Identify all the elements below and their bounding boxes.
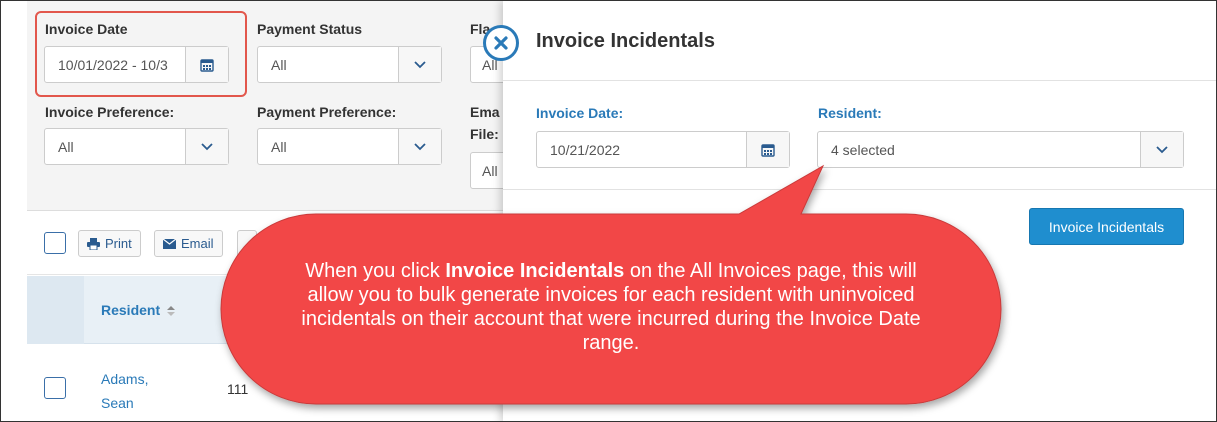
resident-column-header[interactable]: Resident: [101, 302, 176, 318]
resident-last-name: Adams,: [101, 371, 149, 387]
invoice-preference-value: All: [58, 139, 74, 155]
table-row: Adams, Sean 111: [27, 345, 507, 421]
close-icon[interactable]: [483, 25, 519, 61]
email-file-label-line1: Ema: [470, 104, 500, 120]
screenshot-frame: Invoice Date 10/01/2022 - 10/3 Payment S…: [0, 0, 1217, 422]
more-actions-button[interactable]: [237, 230, 257, 257]
envelope-icon: [163, 238, 176, 249]
chevron-down-icon[interactable]: [398, 47, 441, 82]
callout-text: When you click Invoice Incidentals on th…: [291, 259, 931, 355]
printer-icon: [87, 237, 100, 250]
payment-preference-value: All: [271, 139, 287, 155]
email-button-label: Email: [181, 236, 214, 251]
resident-header-label: Resident: [101, 302, 161, 318]
payment-status-label: Payment Status: [257, 21, 363, 37]
print-button-label: Print: [105, 236, 132, 251]
panel-title: Invoice Incidentals: [536, 30, 715, 52]
panel-divider: [503, 189, 1216, 190]
callout-text-before: When you click: [305, 260, 446, 282]
invoice-date-input[interactable]: 10/21/2022: [536, 131, 790, 168]
invoice-incidentals-panel: Invoice Incidentals Invoice Date: 10/21/…: [503, 1, 1216, 421]
resident-first-name: Sean: [101, 395, 134, 411]
chevron-down-icon[interactable]: [185, 129, 228, 164]
resident-name-link[interactable]: Adams, Sean: [101, 367, 148, 415]
calendar-icon[interactable]: [746, 132, 789, 167]
resident-unit-number: 111: [227, 381, 249, 397]
payment-preference-select[interactable]: All: [257, 128, 442, 165]
resident-field-label: Resident:: [818, 105, 882, 121]
chevron-down-icon[interactable]: [398, 129, 441, 164]
row-checkbox[interactable]: [44, 377, 66, 399]
resident-multiselect[interactable]: 4 selected: [817, 131, 1184, 168]
callout-text-bold: Invoice Incidentals: [445, 260, 625, 282]
payment-status-value: All: [271, 57, 287, 73]
email-file-label-line2: File:: [470, 126, 499, 142]
sort-icon: [167, 306, 176, 316]
print-button[interactable]: Print: [78, 230, 141, 257]
invoice-preference-label: Invoice Preference:: [45, 104, 175, 120]
select-all-checkbox[interactable]: [44, 232, 66, 254]
panel-header: Invoice Incidentals: [503, 1, 1216, 81]
invoice-date-highlight: [35, 11, 247, 97]
invoice-date-input-value: 10/21/2022: [550, 142, 621, 158]
invoice-date-field-label: Invoice Date:: [536, 105, 624, 121]
chevron-down-icon[interactable]: [1140, 132, 1183, 167]
payment-status-select[interactable]: All: [257, 46, 442, 83]
invoice-incidentals-submit-button[interactable]: Invoice Incidentals: [1029, 208, 1184, 245]
email-button[interactable]: Email: [154, 230, 223, 257]
email-file-value: All: [482, 163, 498, 179]
select-column-header: [27, 276, 84, 344]
invoice-preference-select[interactable]: All: [44, 128, 229, 165]
resident-multiselect-value: 4 selected: [831, 142, 895, 158]
payment-preference-label: Payment Preference:: [257, 104, 397, 120]
